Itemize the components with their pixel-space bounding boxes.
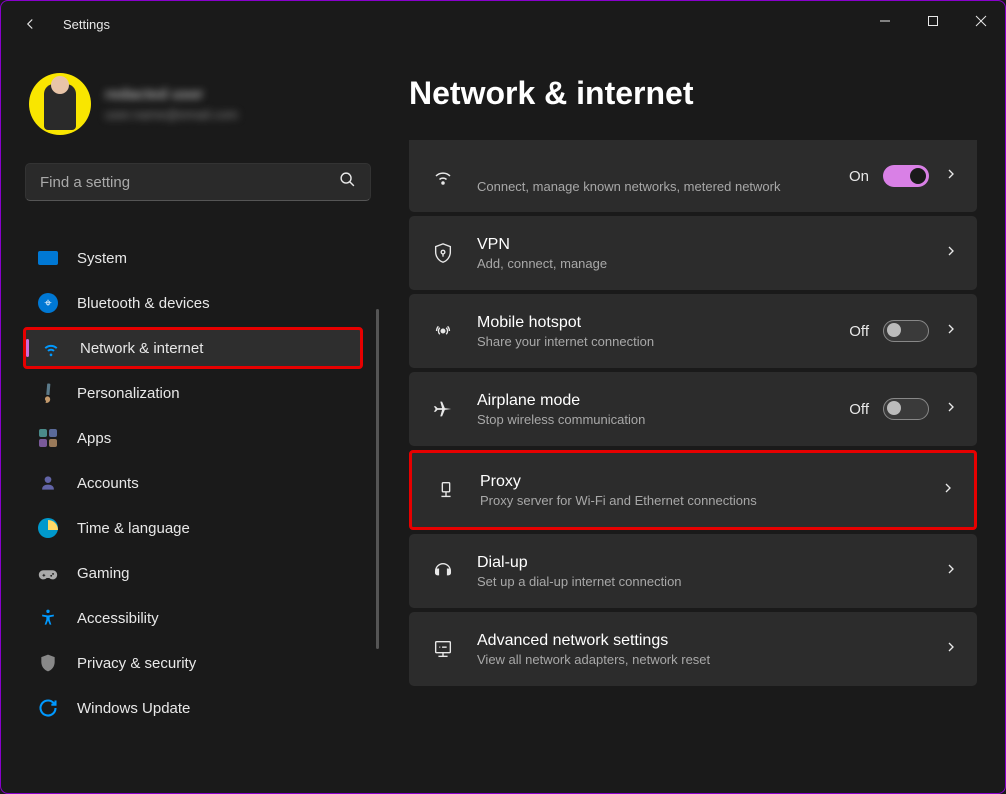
app-title: Settings [63,17,110,32]
card-title: Advanced network settings [477,632,923,650]
chevron-right-icon [943,561,959,582]
card-sub: Proxy server for Wi-Fi and Ethernet conn… [480,493,920,508]
proxy-icon [432,479,460,501]
toggle-label: On [849,168,869,185]
card-sub: Set up a dial-up internet connection [477,574,923,589]
airplane-icon [429,398,457,420]
page-title: Network & internet [409,75,977,112]
search-box[interactable] [25,163,371,201]
card-sub: Connect, manage known networks, metered … [477,179,829,194]
card-title: Airplane mode [477,392,829,410]
user-name: redacted user [105,86,238,103]
card-title: Dial-up [477,554,923,572]
toggle-label: Off [849,401,869,418]
hotspot-toggle[interactable] [883,320,929,342]
nav-label: Personalization [77,385,180,402]
system-icon [37,247,59,269]
sidebar-scrollbar[interactable] [376,309,379,649]
card-dialup[interactable]: Dial-up Set up a dial-up internet connec… [409,534,977,608]
wifi-icon [429,164,457,188]
card-title: Mobile hotspot [477,314,829,332]
nav-label: Bluetooth & devices [77,295,210,312]
maximize-button[interactable] [909,1,957,41]
accessibility-icon [37,607,59,629]
nav-label: Time & language [77,520,190,537]
nav-privacy[interactable]: Privacy & security [23,642,373,684]
nav-label: Gaming [77,565,130,582]
card-sub: Share your internet connection [477,334,829,349]
chevron-right-icon [943,243,959,264]
accounts-icon [37,472,59,494]
card-sub: Add, connect, manage [477,256,923,271]
card-proxy[interactable]: Proxy Proxy server for Wi-Fi and Etherne… [409,450,977,530]
card-title: Proxy [480,473,920,491]
airplane-toggle[interactable] [883,398,929,420]
chevron-right-icon [940,480,956,501]
privacy-icon [37,652,59,674]
card-airplane[interactable]: Airplane mode Stop wireless communicatio… [409,372,977,446]
chevron-right-icon [943,166,959,187]
nav-gaming[interactable]: Gaming [23,552,373,594]
search-icon [339,171,356,193]
search-input[interactable] [40,174,339,191]
nav-personalization[interactable]: Personalization [23,372,373,414]
nav-network[interactable]: Network & internet [23,327,363,369]
nav-apps[interactable]: Apps [23,417,373,459]
hotspot-icon [429,320,457,342]
advanced-icon [429,638,457,660]
chevron-right-icon [943,399,959,420]
chevron-right-icon [943,321,959,342]
user-profile[interactable]: redacted user user.name@email.com [21,73,373,135]
avatar [29,73,91,135]
nav-accessibility[interactable]: Accessibility [23,597,373,639]
toggle-label: Off [849,323,869,340]
brush-icon [37,382,59,404]
wifi-toggle[interactable] [883,165,929,187]
user-email: user.name@email.com [105,107,238,122]
nav-label: Windows Update [77,700,190,717]
card-sub: Stop wireless communication [477,412,829,427]
apps-icon [37,427,59,449]
card-vpn[interactable]: VPN Add, connect, manage [409,216,977,290]
nav-system[interactable]: System [23,237,373,279]
dialup-icon [429,560,457,582]
nav-label: Privacy & security [77,655,196,672]
vpn-icon [429,242,457,264]
back-button[interactable] [21,15,39,33]
minimize-button[interactable] [861,1,909,41]
nav-label: Accessibility [77,610,159,627]
nav-bluetooth[interactable]: ⌖ Bluetooth & devices [23,282,373,324]
nav-accounts[interactable]: Accounts [23,462,373,504]
card-sub: View all network adapters, network reset [477,652,923,667]
nav-label: System [77,250,127,267]
update-icon [37,697,59,719]
bluetooth-icon: ⌖ [37,292,59,314]
chevron-right-icon [943,639,959,660]
nav-label: Network & internet [80,340,203,357]
time-icon [37,517,59,539]
nav-update[interactable]: Windows Update [23,687,373,729]
close-button[interactable] [957,1,1005,41]
nav-time[interactable]: Time & language [23,507,373,549]
gaming-icon [37,562,59,584]
wifi-icon [40,337,62,359]
card-title: VPN [477,236,923,254]
card-hotspot[interactable]: Mobile hotspot Share your internet conne… [409,294,977,368]
nav-label: Accounts [77,475,139,492]
card-advanced[interactable]: Advanced network settings View all netwo… [409,612,977,686]
card-wifi[interactable]: Wi-Fi Connect, manage known networks, me… [409,140,977,212]
nav-label: Apps [77,430,111,447]
